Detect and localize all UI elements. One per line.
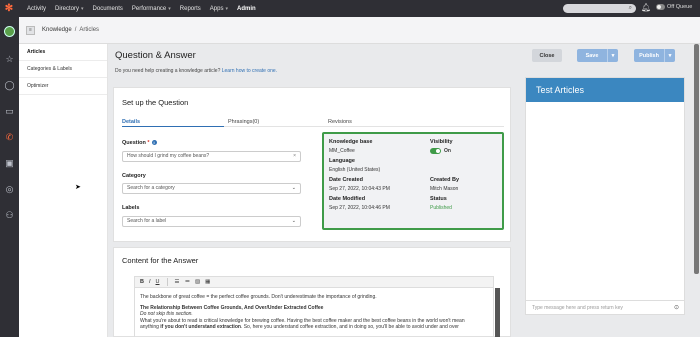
- avatar[interactable]: [4, 26, 15, 37]
- global-search-input[interactable]: ⌕: [563, 4, 636, 13]
- language-label: Language: [329, 158, 355, 164]
- nav-apps[interactable]: Apps ▾: [210, 6, 228, 12]
- date-modified-label: Date Modified: [329, 196, 366, 202]
- search-icon: ⌕: [628, 5, 632, 11]
- kb-label: Knowledge base: [329, 139, 373, 145]
- app-logo-icon[interactable]: ✻: [0, 0, 18, 17]
- save-options-chevron-icon[interactable]: ▾: [607, 49, 618, 62]
- labels-select[interactable]: Search for a label ⌄: [122, 216, 301, 227]
- clear-icon[interactable]: ×: [293, 152, 296, 161]
- chevron-down-icon: ▾: [225, 5, 228, 12]
- numbered-list-icon[interactable]: ≔: [184, 279, 190, 285]
- left-rail: ☆ ◯ ▭ ✆ ▣ ◎ ⚇: [0, 17, 19, 337]
- date-created-label: Date Created: [329, 177, 363, 183]
- answer-editor[interactable]: The backbone of great coffee = the perfe…: [134, 288, 494, 337]
- side-menu-optimizer[interactable]: Optimizer: [19, 78, 107, 95]
- test-message-input[interactable]: Type message here and press return key ⊙: [526, 300, 684, 314]
- chevron-down-icon: ▾: [81, 5, 84, 12]
- nav-reports[interactable]: Reports: [180, 6, 201, 12]
- nav-documents[interactable]: Documents: [93, 6, 123, 12]
- nav-activity[interactable]: Activity: [27, 6, 46, 12]
- breadcrumb-current: Articles: [79, 27, 100, 33]
- star-icon[interactable]: ☆: [4, 54, 15, 65]
- question-input[interactable]: How should I grind my coffee beans? ×: [122, 151, 301, 162]
- content-card-title: Content for the Answer: [122, 256, 199, 265]
- status-badge: Published: [430, 205, 452, 211]
- table-icon[interactable]: ▦: [205, 279, 210, 285]
- test-articles-panel: Test Articles Type message here and pres…: [525, 77, 685, 315]
- breadcrumb-root[interactable]: Knowledge: [42, 27, 72, 33]
- tab-phrasings[interactable]: Phrasings(0): [228, 119, 259, 125]
- status-label: Status: [430, 196, 447, 202]
- send-icon[interactable]: ⊙: [674, 301, 679, 315]
- page-help-text: Do you need help creating a knowledge ar…: [115, 68, 278, 74]
- page-title: Question & Answer: [115, 50, 196, 61]
- mouse-cursor-icon: ➤: [75, 184, 81, 191]
- queue-label: Off Queue: [667, 4, 693, 10]
- article-metadata-panel: Knowledge base MM_Coffee Visibility On L…: [322, 132, 504, 230]
- sidebar-toggle-icon[interactable]: ≡: [26, 25, 35, 35]
- nav-admin[interactable]: Admin: [237, 6, 256, 12]
- setup-card-title: Set up the Question: [122, 98, 189, 107]
- video-icon[interactable]: ▭: [4, 106, 15, 117]
- chat-icon[interactable]: ◯: [4, 80, 15, 91]
- breadcrumb: ≡ Knowledge / Articles: [19, 17, 700, 44]
- breadcrumb-separator: /: [74, 27, 77, 33]
- globe-icon[interactable]: ◎: [4, 184, 15, 195]
- visibility-toggle[interactable]: [430, 148, 441, 154]
- answer-content-card: Content for the Answer B I U ☰ ≔ ▨ ▦ The…: [113, 247, 511, 337]
- inbox-icon[interactable]: ▣: [4, 158, 15, 169]
- kb-value: MM_Coffee: [329, 148, 355, 154]
- labels-label: Labels: [122, 205, 140, 211]
- publish-button[interactable]: Publish: [634, 49, 664, 62]
- editor-toolbar: B I U ☰ ≔ ▨ ▦: [134, 276, 494, 288]
- visibility-label: Visibility: [430, 139, 453, 145]
- side-menu-categories-labels[interactable]: Categories & Labels: [19, 61, 107, 78]
- close-button[interactable]: Close: [532, 49, 562, 62]
- italic-icon[interactable]: I: [149, 279, 151, 285]
- queue-switch[interactable]: [656, 4, 665, 10]
- category-label: Category: [122, 173, 146, 179]
- underline-icon[interactable]: U: [156, 279, 160, 285]
- setup-question-card: Set up the Question Details Phrasings(0)…: [113, 87, 511, 242]
- tab-details[interactable]: Details: [122, 119, 140, 125]
- created-by-value: Mitch Mason: [430, 186, 459, 192]
- language-value: English (United States): [329, 167, 381, 173]
- editor-scrollbar[interactable]: [495, 288, 500, 337]
- queue-toggle[interactable]: Off Queue: [656, 4, 692, 10]
- side-menu-articles[interactable]: Articles: [19, 44, 107, 61]
- phone-icon[interactable]: ✆: [4, 132, 15, 143]
- date-created-value: Sep 27, 2022, 10:04:43 PM: [329, 186, 390, 192]
- category-select[interactable]: Search for a category ⌄: [122, 183, 301, 194]
- tab-revisions[interactable]: Revisions: [328, 119, 352, 125]
- chevron-down-icon: ⌄: [291, 185, 296, 191]
- bell-icon[interactable]: 🔔︎: [641, 3, 651, 12]
- chevron-down-icon: ⌄: [291, 218, 296, 224]
- help-link[interactable]: Learn how to create one.: [222, 68, 277, 74]
- save-button[interactable]: Save: [577, 49, 607, 62]
- knowledge-side-menu: Articles Categories & Labels Optimizer: [19, 44, 108, 337]
- chevron-down-icon: ▾: [168, 5, 171, 12]
- top-nav: ✻ Activity Directory ▾ Documents Performa…: [0, 0, 700, 17]
- people-icon[interactable]: ⚇: [4, 210, 15, 221]
- nav-performance[interactable]: Performance ▾: [132, 6, 171, 12]
- nav-directory[interactable]: Directory ▾: [55, 6, 84, 12]
- publish-options-chevron-icon[interactable]: ▾: [664, 49, 675, 62]
- bullet-list-icon[interactable]: ☰: [175, 279, 180, 285]
- active-tab-indicator: [122, 126, 224, 127]
- question-label: Question * i: [122, 140, 157, 146]
- bold-icon[interactable]: B: [140, 279, 144, 285]
- image-icon[interactable]: ▨: [195, 279, 200, 285]
- test-panel-title: Test Articles: [526, 78, 684, 102]
- info-icon[interactable]: i: [151, 140, 157, 146]
- page-scrollbar[interactable]: [694, 44, 699, 274]
- created-by-label: Created By: [430, 177, 460, 183]
- visibility-value: On: [444, 148, 451, 154]
- date-modified-value: Sep 27, 2022, 10:04:46 PM: [329, 205, 390, 211]
